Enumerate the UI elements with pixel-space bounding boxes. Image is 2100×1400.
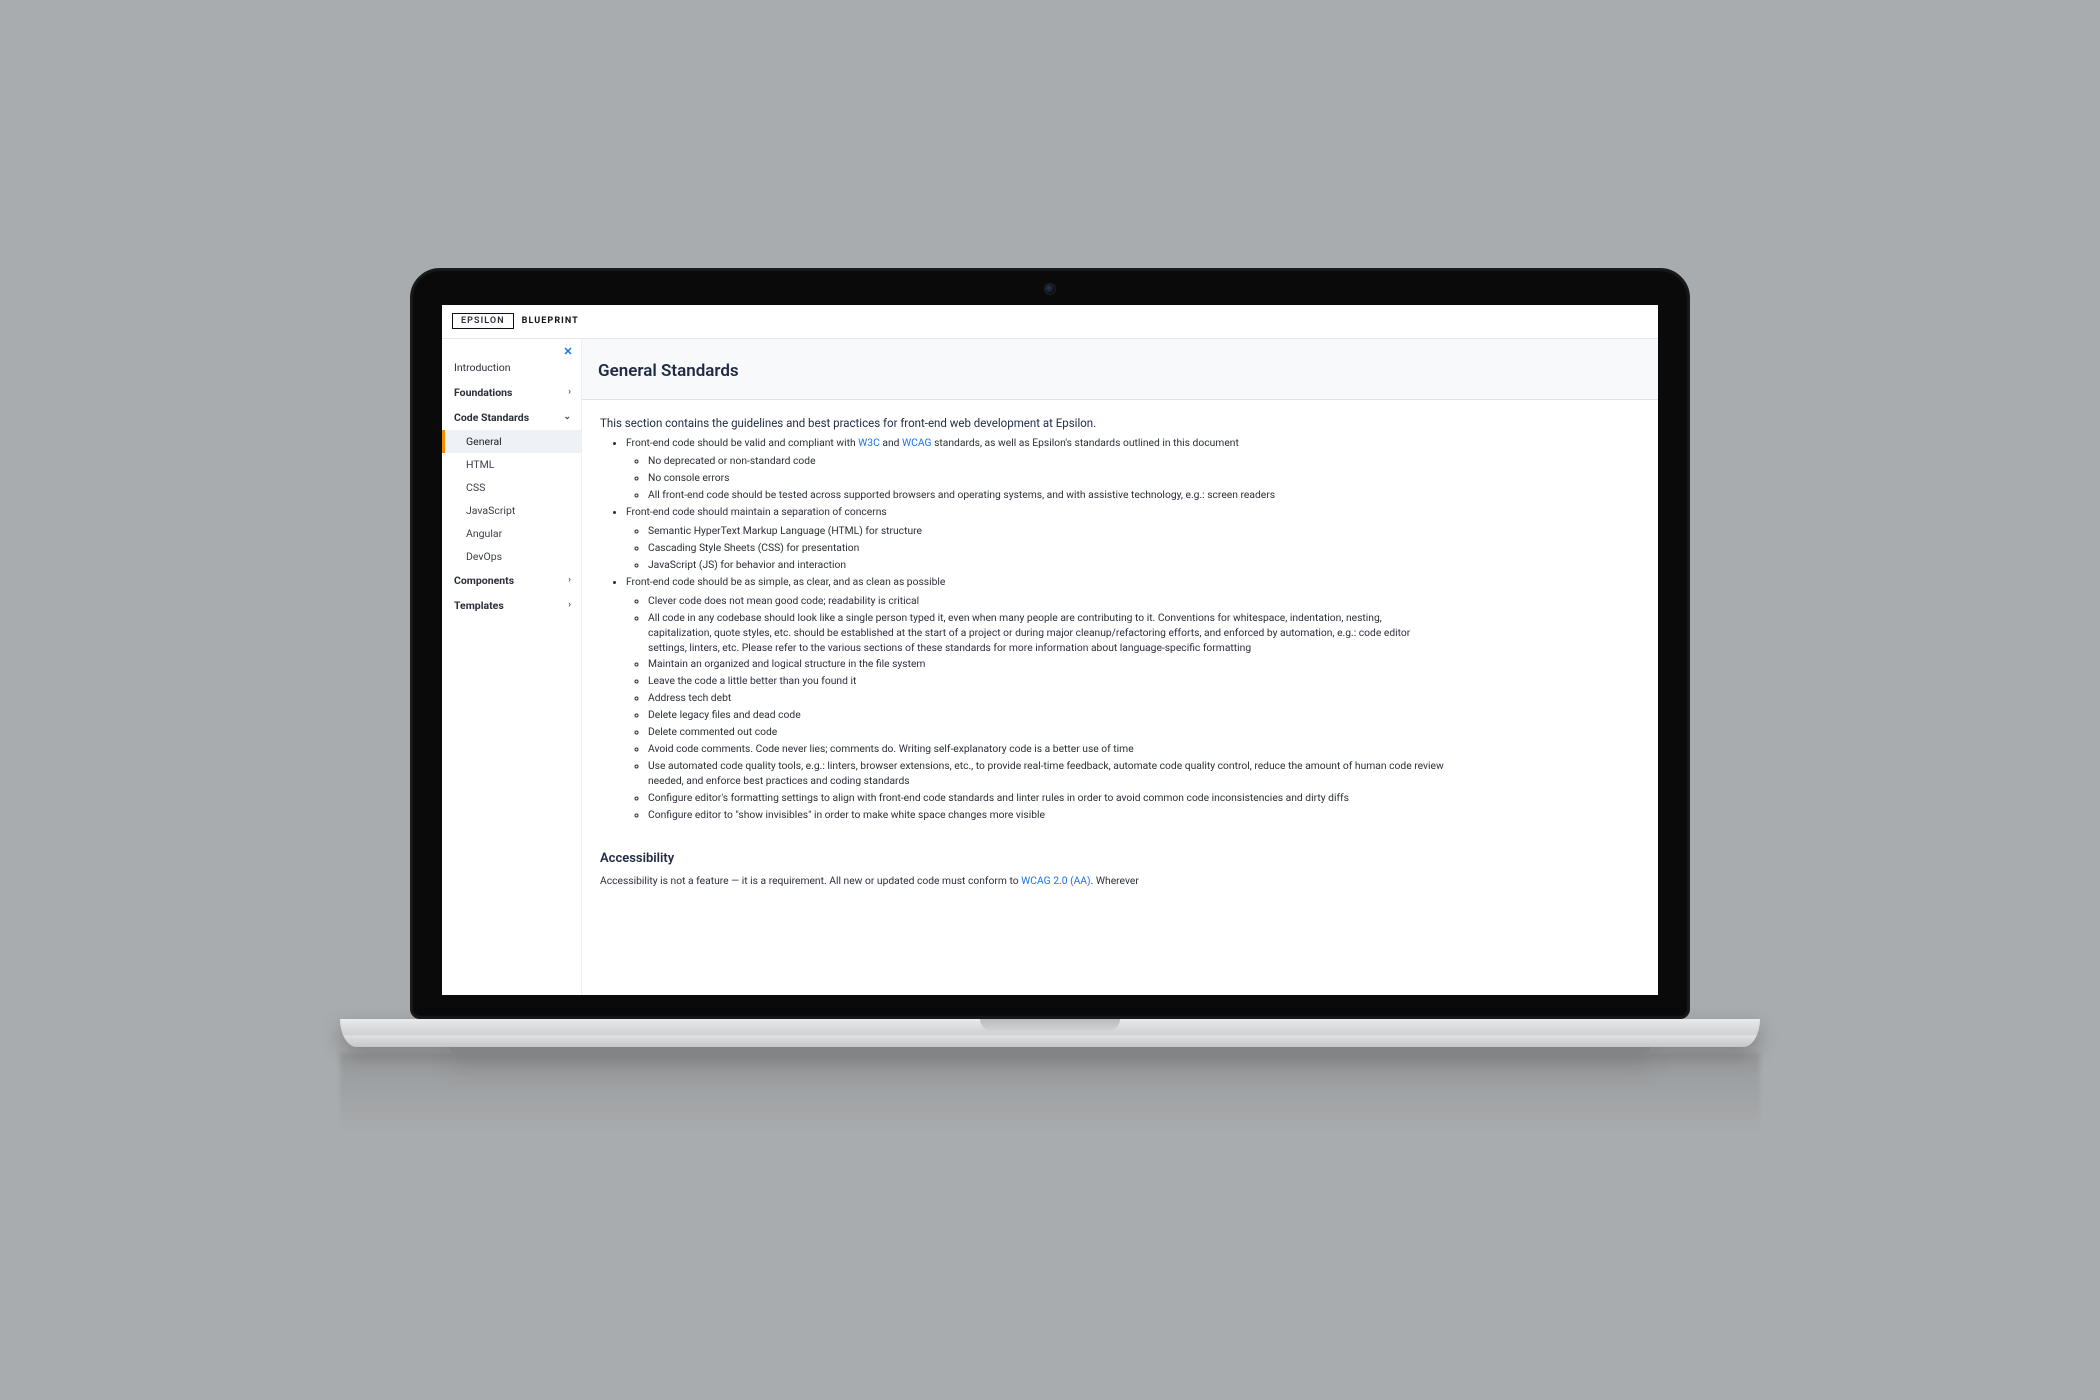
close-icon[interactable]: ✕ — [561, 345, 575, 359]
list-item: Clever code does not mean good code; rea… — [648, 594, 1444, 609]
accessibility-paragraph: Accessibility is not a feature — it is a… — [600, 874, 1444, 887]
list-item: Configure editor to "show invisibles" in… — [648, 808, 1444, 823]
chevron-right-icon: › — [568, 600, 571, 610]
list-item: Front-end code should be valid and compl… — [626, 436, 1444, 504]
subnav-code-standards: General HTML CSS JavaScript Angular DevO… — [442, 430, 581, 568]
nav-templates[interactable]: Templates › — [442, 593, 581, 618]
list-item: JavaScript (JS) for behavior and interac… — [648, 558, 1444, 573]
page-header: General Standards — [582, 339, 1658, 400]
brand-subtitle: BLUEPRINT — [522, 316, 579, 326]
nav-foundations[interactable]: Foundations › — [442, 380, 581, 405]
list-item: No console errors — [648, 471, 1444, 486]
accessibility-heading: Accessibility — [600, 851, 1444, 866]
sublist: Clever code does not mean good code; rea… — [626, 594, 1444, 823]
nav-list: Introduction Foundations › Code Standard… — [442, 355, 581, 618]
sublist: No deprecated or non-standard code No co… — [626, 454, 1444, 503]
link-wcag[interactable]: WCAG — [902, 436, 932, 449]
subnav-devops[interactable]: DevOps — [442, 545, 581, 568]
text: Front-end code should maintain a separat… — [626, 505, 887, 518]
laptop-base — [340, 1019, 1760, 1047]
laptop-screen: EPSILON BLUEPRINT ✕ Introduction Foundat… — [442, 305, 1658, 995]
sidebar: ✕ Introduction Foundations › Code Standa… — [442, 339, 582, 995]
text: Front-end code should be as simple, as c… — [626, 575, 945, 588]
webcam-icon — [1045, 284, 1055, 294]
nav-label: Foundations — [454, 386, 512, 399]
sublist: Semantic HyperText Markup Language (HTML… — [626, 524, 1444, 573]
subnav-javascript[interactable]: JavaScript — [442, 499, 581, 522]
laptop-mockup: EPSILON BLUEPRINT ✕ Introduction Foundat… — [410, 268, 1690, 1133]
list-item: Front-end code should maintain a separat… — [626, 505, 1444, 573]
list-item: Cascading Style Sheets (CSS) for present… — [648, 541, 1444, 556]
chevron-right-icon: › — [568, 387, 571, 397]
laptop-lid: EPSILON BLUEPRINT ✕ Introduction Foundat… — [410, 268, 1690, 1019]
text: Front-end code should be valid and compl… — [626, 436, 858, 449]
topbar: EPSILON BLUEPRINT — [442, 305, 1658, 339]
list-item: Avoid code comments. Code never lies; co… — [648, 742, 1444, 757]
nav-label: Components — [454, 574, 514, 587]
nav-label: Introduction — [454, 361, 511, 374]
text: standards, as well as Epsilon's standard… — [932, 436, 1239, 449]
app-body: ✕ Introduction Foundations › Code Standa… — [442, 339, 1658, 995]
app-root: EPSILON BLUEPRINT ✕ Introduction Foundat… — [442, 305, 1658, 995]
main-content: General Standards This section contains … — [582, 339, 1658, 995]
text: Accessibility is not a feature — it is a… — [600, 874, 1021, 887]
nav-code-standards[interactable]: Code Standards ⌄ — [442, 405, 581, 430]
subnav-general[interactable]: General — [442, 430, 581, 453]
subnav-css[interactable]: CSS — [442, 476, 581, 499]
list-item: Address tech debt — [648, 691, 1444, 706]
nav-label: Templates — [454, 599, 504, 612]
text: and — [880, 436, 902, 449]
standards-list: Front-end code should be valid and compl… — [600, 436, 1444, 823]
laptop-reflection — [340, 1053, 1760, 1133]
chevron-right-icon: › — [568, 575, 571, 585]
chevron-down-icon: ⌄ — [563, 412, 571, 422]
list-item: Semantic HyperText Markup Language (HTML… — [648, 524, 1444, 539]
subnav-html[interactable]: HTML — [442, 453, 581, 476]
nav-label: Code Standards — [454, 411, 529, 424]
brand-badge: EPSILON — [452, 313, 514, 329]
intro-paragraph: This section contains the guidelines and… — [600, 416, 1444, 430]
list-item: No deprecated or non-standard code — [648, 454, 1444, 469]
list-item: Leave the code a little better than you … — [648, 674, 1444, 689]
list-item: Delete commented out code — [648, 725, 1444, 740]
list-item: All code in any codebase should look lik… — [648, 611, 1444, 656]
subnav-angular[interactable]: Angular — [442, 522, 581, 545]
nav-components[interactable]: Components › — [442, 568, 581, 593]
list-item: Maintain an organized and logical struct… — [648, 657, 1444, 672]
link-wcag-aa[interactable]: WCAG 2.0 (AA) — [1021, 874, 1090, 887]
list-item: All front-end code should be tested acro… — [648, 488, 1444, 503]
list-item: Configure editor's formatting settings t… — [648, 791, 1444, 806]
link-w3c[interactable]: W3C — [858, 436, 880, 449]
list-item: Use automated code quality tools, e.g.: … — [648, 759, 1444, 789]
list-item: Delete legacy files and dead code — [648, 708, 1444, 723]
text: . Wherever — [1091, 874, 1139, 887]
list-item: Front-end code should be as simple, as c… — [626, 575, 1444, 823]
page-title: General Standards — [598, 361, 1642, 381]
content-body: This section contains the guidelines and… — [582, 400, 1462, 911]
laptop-notch — [980, 1019, 1120, 1031]
